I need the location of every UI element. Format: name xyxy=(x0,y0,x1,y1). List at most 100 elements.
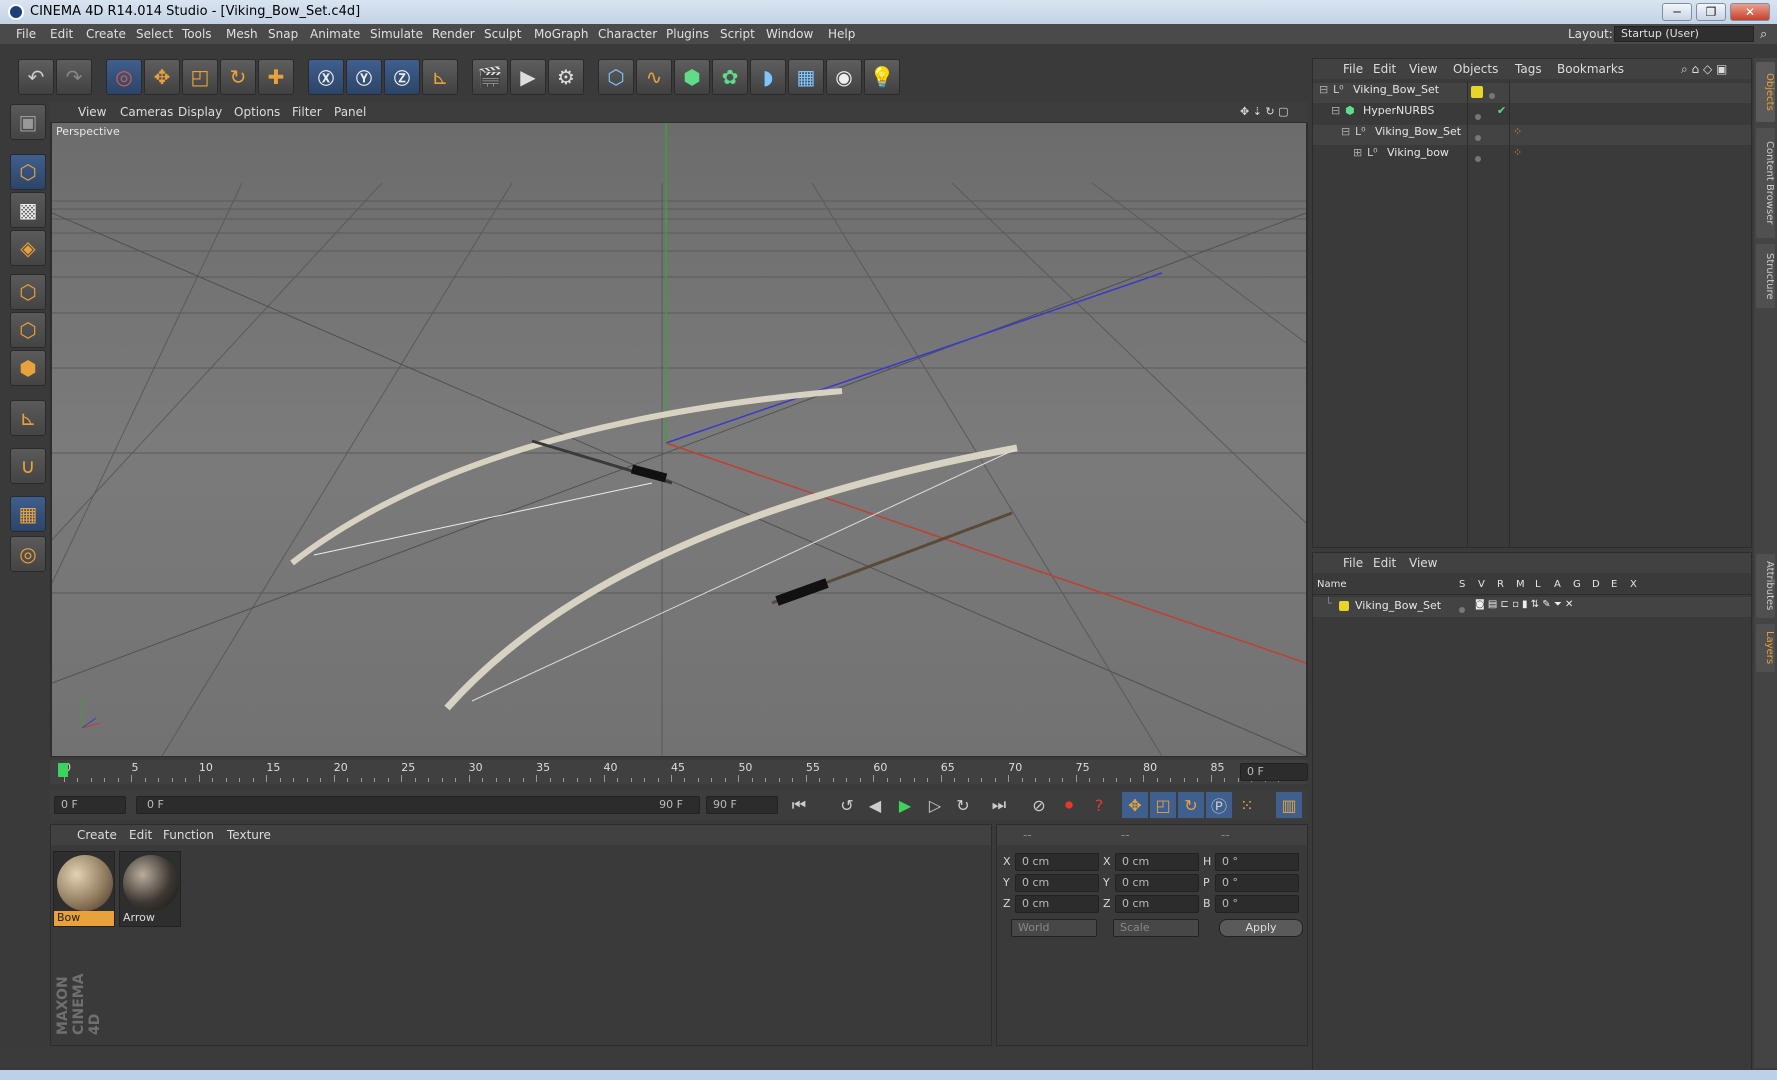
size-y-field[interactable]: 0 cm xyxy=(1115,874,1199,892)
material-bow[interactable]: Bow xyxy=(53,851,115,927)
position-y-field[interactable]: 0 cm xyxy=(1015,874,1099,892)
menu-plugins[interactable]: Plugins xyxy=(666,27,709,41)
undo-button[interactable]: ↶ xyxy=(18,59,54,95)
visibility-dots[interactable] xyxy=(1475,152,1481,165)
x-axis-lock-button[interactable]: Ⓧ xyxy=(308,59,344,95)
menu-script[interactable]: Script xyxy=(720,27,755,41)
key-scale-button[interactable]: ◰ xyxy=(1150,792,1176,818)
end-frame-field[interactable]: 90 F xyxy=(706,796,778,814)
key-selection-button[interactable]: ⊘ xyxy=(1026,792,1052,818)
workplane-lock-button[interactable]: ▦ xyxy=(10,496,46,532)
timeline-ruler[interactable]: 051015202530354045505560657075808590 0 F xyxy=(50,760,1308,784)
apply-button[interactable]: Apply xyxy=(1219,919,1303,937)
key-pla-button[interactable]: ⁙ xyxy=(1234,792,1260,818)
playhead-marker[interactable] xyxy=(58,763,68,777)
polygons-mode-button[interactable]: ⬢ xyxy=(10,350,46,386)
key-parameter-button[interactable]: Ⓟ xyxy=(1206,792,1232,818)
spline-button[interactable]: ∿ xyxy=(636,59,672,95)
autokey-button[interactable]: ? xyxy=(1086,792,1112,818)
mat-menu-function[interactable]: Function xyxy=(163,828,214,842)
tab-structure[interactable]: Structure xyxy=(1756,244,1775,308)
render-settings-button[interactable]: ⚙ xyxy=(548,59,584,95)
cube-primitive-button[interactable]: ⬡ xyxy=(598,59,634,95)
object-row[interactable]: ⊞ L⁰ Viking_bow ⁘ xyxy=(1313,146,1751,166)
mat-menu-create[interactable]: Create xyxy=(77,828,117,842)
layer-flag-icons[interactable]: ◙ ▤ ⊏ ▫ ▮ ⇅ ✎ ⏷ ✕ xyxy=(1475,599,1573,610)
obj-menu-bookmarks[interactable]: Bookmarks xyxy=(1557,62,1624,76)
play-button[interactable]: ▶ xyxy=(892,792,918,818)
move-tool-button[interactable]: ✥ xyxy=(144,59,180,95)
menu-character[interactable]: Character xyxy=(598,27,657,41)
menu-edit[interactable]: Edit xyxy=(50,27,73,41)
expand-icon[interactable]: ⊞ xyxy=(1353,146,1362,159)
frame-range-slider[interactable]: 0 F 90 F xyxy=(136,796,700,814)
deformer-button[interactable]: ◗ xyxy=(750,59,786,95)
menu-render[interactable]: Render xyxy=(432,27,475,41)
nurbs-button[interactable]: ⬢ xyxy=(674,59,710,95)
visibility-dots[interactable] xyxy=(1489,89,1495,102)
start-frame-field[interactable]: 0 F xyxy=(54,796,126,814)
rotate-tool-button[interactable]: ↻ xyxy=(220,59,256,95)
visibility-dots[interactable] xyxy=(1475,131,1481,144)
previous-key-button[interactable]: ↺ xyxy=(834,792,860,818)
go-to-start-button[interactable]: ⏮ xyxy=(786,792,812,818)
menu-window[interactable]: Window xyxy=(766,27,813,41)
menu-select[interactable]: Select xyxy=(136,27,173,41)
size-z-field[interactable]: 0 cm xyxy=(1115,895,1199,913)
rotation-p-field[interactable]: 0 ° xyxy=(1215,874,1299,892)
layer-menu-view[interactable]: View xyxy=(1409,556,1437,570)
record-button[interactable]: ⏺ xyxy=(1056,792,1082,818)
workplane-mode-button[interactable]: ◈ xyxy=(10,230,46,266)
size-mode-select[interactable]: Scale xyxy=(1113,919,1199,937)
y-axis-lock-button[interactable]: Ⓨ xyxy=(346,59,382,95)
menu-create[interactable]: Create xyxy=(86,27,126,41)
solo-toggle[interactable] xyxy=(1459,603,1465,616)
obj-menu-tags[interactable]: Tags xyxy=(1515,62,1542,76)
viewport-navigation-icons[interactable]: ✥ ⇣ ↻ ▢ xyxy=(1240,105,1289,118)
search-icon[interactable]: ⌕ xyxy=(1760,27,1767,42)
edges-mode-button[interactable]: ⬡ xyxy=(10,312,46,348)
camera-button[interactable]: ◉ xyxy=(826,59,862,95)
menu-mesh[interactable]: Mesh xyxy=(226,27,258,41)
obj-menu-view[interactable]: View xyxy=(1409,62,1437,76)
previous-frame-button[interactable]: ◀ xyxy=(862,792,888,818)
current-frame-field[interactable]: 0 F xyxy=(1240,763,1308,781)
object-row[interactable]: ⊟ L⁰ Viking_Bow_Set xyxy=(1313,83,1751,103)
menu-help[interactable]: Help xyxy=(828,27,855,41)
obj-menu-edit[interactable]: Edit xyxy=(1373,62,1396,76)
visibility-dots[interactable] xyxy=(1475,110,1481,123)
vp-menu-options[interactable]: Options xyxy=(234,105,280,119)
coordinate-system-button[interactable]: ⊾ xyxy=(422,59,458,95)
layer-row[interactable]: └ Viking_Bow_Set ◙ ▤ ⊏ ▫ ▮ ⇅ ✎ ⏷ ✕ xyxy=(1313,597,1751,617)
menu-tools[interactable]: Tools xyxy=(182,27,212,41)
light-button[interactable]: 💡 xyxy=(864,59,900,95)
coordinate-mode-select[interactable]: World xyxy=(1011,919,1097,937)
position-z-field[interactable]: 0 cm xyxy=(1015,895,1099,913)
maximize-button[interactable]: ❐ xyxy=(1696,3,1726,21)
menu-file[interactable]: File xyxy=(16,27,36,41)
size-x-field[interactable]: 0 cm xyxy=(1115,853,1199,871)
z-axis-lock-button[interactable]: Ⓩ xyxy=(384,59,420,95)
key-rotation-button[interactable]: ↻ xyxy=(1178,792,1204,818)
key-position-button[interactable]: ✥ xyxy=(1122,792,1148,818)
menu-sculpt[interactable]: Sculpt xyxy=(484,27,521,41)
render-view-button[interactable]: 🎬 xyxy=(472,59,508,95)
mat-menu-texture[interactable]: Texture xyxy=(227,828,271,842)
vp-menu-display[interactable]: Display xyxy=(178,105,222,119)
sculpt-button[interactable]: ◎ xyxy=(10,536,46,572)
rotation-b-field[interactable]: 0 ° xyxy=(1215,895,1299,913)
expand-icon[interactable]: ⊟ xyxy=(1319,83,1328,96)
material-arrow[interactable]: Arrow xyxy=(119,851,181,927)
layout-select[interactable]: Startup (User) xyxy=(1614,26,1754,42)
vp-menu-filter[interactable]: Filter xyxy=(292,105,322,119)
tab-objects[interactable]: Objects xyxy=(1756,62,1775,122)
vp-menu-cameras[interactable]: Cameras xyxy=(120,105,173,119)
live-selection-button[interactable]: ◎ xyxy=(106,59,142,95)
layer-color-swatch[interactable] xyxy=(1339,601,1349,611)
menu-snap[interactable]: Snap xyxy=(268,27,298,41)
mat-menu-edit[interactable]: Edit xyxy=(129,828,152,842)
next-key-button[interactable]: ↻ xyxy=(950,792,976,818)
array-button[interactable]: ✿ xyxy=(712,59,748,95)
timeline-window-button[interactable]: ▥ xyxy=(1276,792,1302,818)
vp-menu-panel[interactable]: Panel xyxy=(334,105,366,119)
